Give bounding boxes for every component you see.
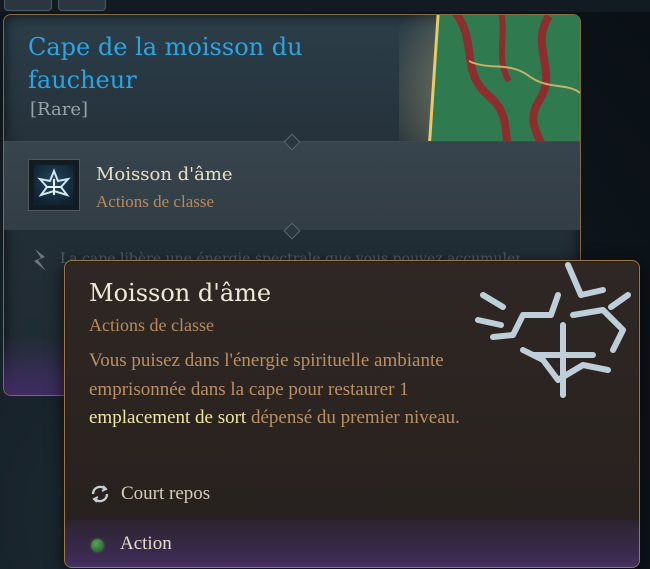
item-rarity: [Rare] xyxy=(30,99,88,120)
recharge-label: Court repos xyxy=(121,483,211,504)
recharge-row: Court repos xyxy=(89,481,210,507)
bolt-icon xyxy=(34,249,46,271)
ability-tooltip: Moisson d'âme Actions de classe Vous pui… xyxy=(64,260,640,568)
description-text: dépensé du premier niveau. xyxy=(246,407,460,428)
soul-harvest-icon xyxy=(475,262,631,398)
inventory-slot[interactable] xyxy=(4,0,52,11)
top-strip xyxy=(0,0,650,12)
spell-slot-keyword[interactable]: emplacement de sort xyxy=(89,407,246,428)
tooltip-category: Actions de classe xyxy=(89,315,214,335)
action-cost-row: Action xyxy=(65,520,639,567)
tooltip-description: Vous puisez dans l'énergie spirituelle a… xyxy=(89,347,469,433)
action-dot-icon xyxy=(91,539,104,552)
description-text: Vous puisez dans l'énergie spirituelle a… xyxy=(89,350,444,400)
ability-category: Actions de classe xyxy=(96,192,215,211)
inventory-slot[interactable] xyxy=(58,0,106,11)
ability-name: Moisson d'âme xyxy=(96,164,233,185)
ability-icon-frame[interactable] xyxy=(28,159,80,211)
action-cost-label: Action xyxy=(120,533,172,554)
ability-row[interactable]: Moisson d'âme Actions de classe xyxy=(4,142,580,230)
item-title: Cape de la moisson du faucheur xyxy=(28,33,303,94)
tooltip-title: Moisson d'âme xyxy=(89,279,272,307)
short-rest-icon xyxy=(91,485,109,503)
soul-harvest-icon xyxy=(37,168,71,197)
